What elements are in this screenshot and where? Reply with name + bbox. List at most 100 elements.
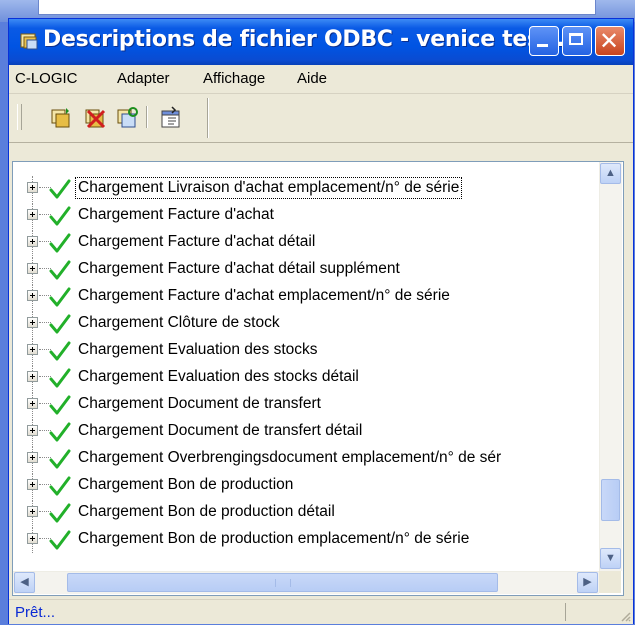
- tree-item-label: Chargement Livraison d'achat emplacement…: [74, 177, 463, 199]
- status-text: Prêt...: [15, 604, 56, 621]
- green-check-icon: [49, 449, 71, 469]
- toolbar-end-separator: [207, 98, 209, 138]
- tree-connector: [25, 230, 51, 256]
- tree-item[interactable]: Chargement Facture d'achat détail: [13, 230, 599, 256]
- expand-plus-icon[interactable]: [27, 506, 38, 517]
- expand-plus-icon[interactable]: [27, 398, 38, 409]
- expand-plus-icon[interactable]: [27, 344, 38, 355]
- horizontal-scrollbar[interactable]: ◀ ▶: [13, 571, 599, 594]
- delete-icon[interactable]: [83, 106, 107, 130]
- odbc-tree-view[interactable]: Chargement Livraison d'achat emplacement…: [12, 161, 624, 596]
- resize-grip-icon[interactable]: [619, 610, 631, 622]
- maximize-icon: [569, 33, 583, 45]
- tree-connector: [25, 176, 51, 202]
- tree-connector: [25, 311, 51, 337]
- app-window: Descriptions de fichier ODBC - venice te…: [8, 18, 634, 624]
- toolbar-grip[interactable]: [17, 104, 22, 130]
- expand-plus-icon[interactable]: [27, 290, 38, 301]
- close-button[interactable]: ✕: [595, 26, 625, 56]
- menu-c-logic[interactable]: C-LOGIC: [15, 70, 78, 87]
- expand-plus-icon[interactable]: [27, 263, 38, 274]
- menu-adapter[interactable]: Adapter: [117, 70, 170, 87]
- status-bar: Prêt...: [9, 599, 633, 624]
- window-title: Descriptions de fichier ODBC - venice te…: [43, 27, 564, 52]
- tree-item[interactable]: Chargement Evaluation des stocks: [13, 338, 599, 364]
- green-check-icon: [49, 530, 71, 550]
- horizontal-scroll-thumb[interactable]: [67, 573, 498, 592]
- green-check-icon: [49, 206, 71, 226]
- tree-item[interactable]: Chargement Document de transfert détail: [13, 419, 599, 445]
- menu-aide[interactable]: Aide: [297, 70, 327, 87]
- tree-item-label: Chargement Clôture de stock: [78, 314, 280, 331]
- status-separator: [565, 603, 566, 621]
- tree-item[interactable]: Chargement Facture d'achat: [13, 203, 599, 229]
- close-icon: ✕: [599, 27, 620, 55]
- scroll-down-button[interactable]: ▼: [600, 548, 621, 569]
- tree-item[interactable]: Chargement Facture d'achat détail supplé…: [13, 257, 599, 283]
- scroll-thumb-grip: [275, 579, 291, 587]
- tree-item[interactable]: Chargement Bon de production: [13, 473, 599, 499]
- tree-item[interactable]: Chargement Document de transfert: [13, 392, 599, 418]
- tree-item-label: Chargement Facture d'achat: [78, 206, 274, 223]
- minimize-button[interactable]: [529, 26, 559, 56]
- load-icon[interactable]: [49, 106, 73, 130]
- chevron-left-icon: ◀: [20, 576, 29, 588]
- expand-plus-icon[interactable]: [27, 533, 38, 544]
- tree-connector: [25, 446, 51, 472]
- green-check-icon: [49, 476, 71, 496]
- expand-plus-icon[interactable]: [27, 236, 38, 247]
- expand-plus-icon[interactable]: [27, 425, 38, 436]
- tree-connector: [25, 203, 51, 229]
- tree-item[interactable]: Chargement Clôture de stock: [13, 311, 599, 337]
- scroll-up-button[interactable]: ▲: [600, 163, 621, 184]
- title-bar[interactable]: Descriptions de fichier ODBC - venice te…: [9, 19, 633, 65]
- tree-connector: [25, 419, 51, 445]
- scrollbar-corner: [599, 571, 621, 593]
- green-check-icon: [49, 503, 71, 523]
- toolbar-separator: [146, 106, 148, 128]
- tree-item-label: Chargement Document de transfert détail: [78, 422, 363, 439]
- vertical-scroll-thumb[interactable]: [601, 479, 620, 521]
- tree-connector: [25, 284, 51, 310]
- vertical-scrollbar[interactable]: ▲ ▼: [599, 162, 622, 571]
- maximize-button[interactable]: [562, 26, 592, 56]
- odbc-app-icon: [20, 33, 38, 50]
- green-check-icon: [49, 179, 71, 199]
- tree-item-label: Chargement Bon de production détail: [78, 503, 335, 520]
- tree-connector: [25, 365, 51, 391]
- tree-item-label: Chargement Overbrengingsdocument emplace…: [78, 449, 502, 466]
- green-check-icon: [49, 422, 71, 442]
- tree-item[interactable]: Chargement Livraison d'achat emplacement…: [13, 176, 599, 202]
- expand-plus-icon[interactable]: [27, 452, 38, 463]
- tree-item[interactable]: Chargement Bon de production détail: [13, 500, 599, 526]
- menu-affichage[interactable]: Affichage: [203, 70, 265, 87]
- tree-item-label: Chargement Facture d'achat détail: [78, 233, 316, 250]
- green-check-icon: [49, 395, 71, 415]
- expand-plus-icon[interactable]: [27, 371, 38, 382]
- chevron-down-icon: ▼: [605, 552, 616, 564]
- tree-item-label: Chargement Facture d'achat détail supplé…: [78, 260, 400, 277]
- tree-connector: [25, 392, 51, 418]
- expand-plus-icon[interactable]: [27, 182, 38, 193]
- green-check-icon: [49, 314, 71, 334]
- chevron-right-icon: ▶: [583, 576, 592, 588]
- properties-icon[interactable]: [159, 106, 183, 130]
- tree-item[interactable]: Chargement Overbrengingsdocument emplace…: [13, 446, 599, 472]
- expand-plus-icon[interactable]: [27, 209, 38, 220]
- tree-item-label: Chargement Evaluation des stocks détail: [78, 368, 359, 385]
- scroll-right-button[interactable]: ▶: [577, 572, 598, 593]
- expand-plus-icon[interactable]: [27, 317, 38, 328]
- expand-plus-icon[interactable]: [27, 479, 38, 490]
- tree-item-label: Chargement Bon de production emplacement…: [78, 530, 470, 547]
- tree-item[interactable]: Chargement Evaluation des stocks détail: [13, 365, 599, 391]
- tree-item[interactable]: Chargement Bon de production emplacement…: [13, 527, 599, 553]
- green-check-icon: [49, 368, 71, 388]
- tree-connector: [25, 527, 51, 553]
- tree-item[interactable]: Chargement Facture d'achat emplacement/n…: [13, 284, 599, 310]
- tree-item-label: Chargement Bon de production: [78, 476, 294, 493]
- refresh-icon[interactable]: [115, 106, 139, 130]
- scroll-left-button[interactable]: ◀: [14, 572, 35, 593]
- tree-item-label: Chargement Facture d'achat emplacement/n…: [78, 287, 450, 304]
- tree-connector: [25, 338, 51, 364]
- tree-connector: [25, 473, 51, 499]
